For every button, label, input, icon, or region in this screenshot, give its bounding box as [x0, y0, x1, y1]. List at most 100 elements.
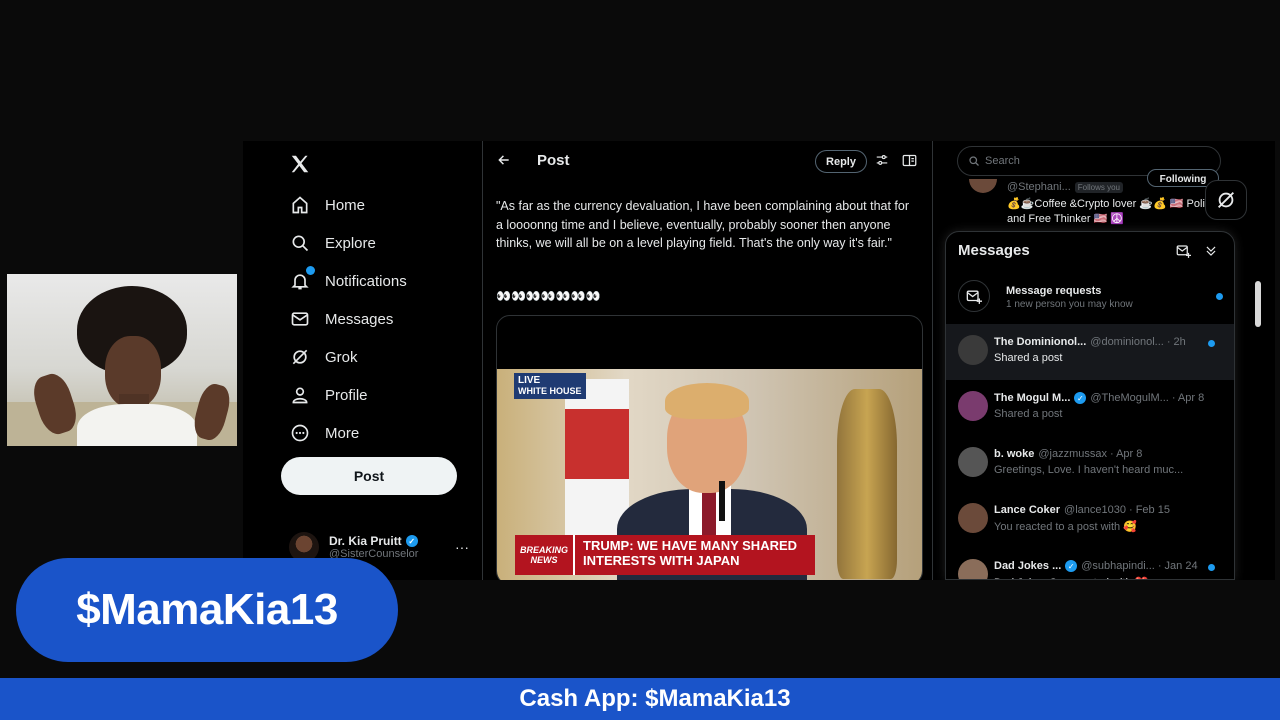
sliders-icon[interactable] — [875, 153, 889, 167]
breaking-news-tag: BREAKING NEWS — [515, 535, 573, 575]
conversation-name: b. woke — [994, 448, 1035, 460]
nav-home-label: Home — [325, 196, 366, 214]
account-name: Dr. Kia Pruitt — [329, 534, 402, 548]
nav-more[interactable]: More — [289, 419, 359, 447]
live-tag: LIVE WHITE HOUSE — [514, 373, 586, 399]
conversation-handle: @lance1030 — [1064, 504, 1126, 516]
conversation-row[interactable]: The Dominionol... @dominionol... · 2h Share… — [946, 324, 1234, 380]
left-sidebar: Home Explore Notifications Messages Grok… — [243, 141, 483, 580]
nav-notifications[interactable]: Notifications — [289, 266, 407, 295]
nav-notifications-label: Notifications — [325, 272, 407, 290]
breaking-line1: BREAKING — [519, 545, 568, 555]
conversation-row[interactable]: b. woke @jazzmussax · Apr 8 Greetings, Love… — [946, 436, 1234, 492]
verified-badge-icon: ✓ — [1065, 560, 1078, 572]
search-icon — [968, 155, 980, 167]
conversation-row[interactable]: The Mogul M... ✓ @TheMogulM... · Apr 8 Share… — [946, 380, 1234, 436]
cashtag-overlay: $MamaKia13 — [16, 558, 398, 662]
nav-grok-label: Grok — [325, 348, 358, 366]
page-title: Post — [537, 152, 570, 169]
page-scrollbar[interactable] — [1254, 145, 1262, 575]
account-more-icon[interactable]: ··· — [455, 539, 469, 555]
message-request-icon — [958, 280, 990, 312]
cashtag-text: $MamaKia13 — [76, 585, 338, 634]
envelope-icon — [289, 308, 311, 330]
conversation-handle: @jazzmussax — [1038, 448, 1107, 460]
conversation-preview: Shared a post — [994, 352, 1063, 364]
reply-button[interactable]: Reply — [815, 150, 867, 173]
suggested-user-card[interactable]: @Stephani... Follows you 💰☕Coffee &Crypto… — [969, 169, 1239, 231]
nav-messages[interactable]: Messages — [289, 305, 393, 333]
nav-explore-label: Explore — [325, 234, 376, 252]
grok-floating-button[interactable] — [1205, 180, 1247, 220]
avatar — [969, 179, 997, 193]
footer-text: Cash App: $MamaKia13 — [519, 685, 791, 712]
suggested-bio: 💰☕Coffee &Crypto lover ☕💰 🇺🇸 Politics an… — [1007, 198, 1222, 225]
webcam-feed — [7, 274, 237, 446]
nav-grok[interactable]: Grok — [289, 343, 358, 371]
search-input[interactable] — [985, 155, 1185, 167]
person-icon — [289, 384, 311, 406]
compose-post-button[interactable]: Post — [281, 457, 457, 495]
message-requests-title: Message requests — [1006, 285, 1102, 297]
avatar — [958, 335, 988, 365]
conversation-name: The Dominionol... — [994, 336, 1087, 348]
follows-you-badge: Follows you — [1074, 182, 1124, 193]
conversation-preview: Greetings, Love. I haven't heard muc... — [994, 464, 1184, 476]
avatar — [958, 559, 988, 579]
conversation-time: · Apr 8 — [1109, 448, 1143, 460]
avatar — [958, 503, 988, 533]
more-circle-icon — [289, 422, 311, 444]
conversation-preview: Dad Jokes Commented with ❤️ — [994, 576, 1204, 579]
nav-messages-label: Messages — [325, 310, 394, 328]
reader-mode-icon[interactable] — [902, 154, 917, 167]
nav-profile[interactable]: Profile — [289, 381, 368, 409]
grok-icon — [289, 346, 311, 368]
bell-icon — [289, 266, 315, 292]
collapse-chevron-icon[interactable] — [1204, 244, 1218, 258]
conversation-row[interactable]: Dad Jokes ...✓@subhapindi...· Jan 24 Dad … — [946, 548, 1234, 579]
conversation-row[interactable]: Lance Coker @lance1030 · Feb 15 You reacted… — [946, 492, 1234, 548]
notification-badge — [306, 266, 315, 275]
news-chyron: BREAKING NEWS TRUMP: WE HAVE MANY SHARED… — [515, 535, 815, 575]
grok-icon — [1218, 192, 1234, 208]
conversation-time: · 2h — [1166, 336, 1186, 348]
conversation-preview: You reacted to a post with 🥰 — [994, 521, 1137, 533]
unread-dot — [1216, 293, 1223, 300]
conversation-name: Dad Jokes ... — [994, 560, 1062, 572]
conversation-preview: Shared a post — [994, 408, 1063, 420]
back-arrow-icon[interactable] — [497, 153, 513, 169]
search-icon — [289, 232, 311, 254]
conversation-name: The Mogul M... — [994, 392, 1071, 404]
verified-badge-icon: ✓ — [1074, 392, 1087, 404]
right-sidebar: @Stephani...Follows you 💰☕Coffee &Crypto… — [933, 141, 1275, 580]
unread-dot — [1208, 340, 1215, 347]
unread-dot — [1208, 564, 1215, 571]
messages-drawer: Messages Message requests 1 new person y… — [945, 231, 1235, 580]
nav-explore[interactable]: Explore — [289, 229, 376, 257]
home-icon — [289, 194, 311, 216]
chyron-headline: TRUMP: WE HAVE MANY SHARED INTERESTS WIT… — [573, 535, 815, 575]
live-label: LIVE — [518, 375, 541, 386]
nav-more-label: More — [325, 424, 360, 442]
x-logo-icon[interactable] — [289, 153, 313, 177]
new-message-icon[interactable] — [1176, 244, 1191, 258]
avatar — [958, 447, 988, 477]
conversation-handle: @dominionol... — [1090, 336, 1164, 348]
footer-banner: Cash App: $MamaKia13 — [0, 678, 1280, 720]
browser-window: Home Explore Notifications Messages Grok… — [243, 141, 1275, 580]
conversation-time: · Jan 24 — [1157, 560, 1198, 572]
video-player[interactable]: LIVE WHITE HOUSE BREAKING NEWS TRUMP: WE… — [497, 369, 922, 580]
conversation-time: · Apr 8 — [1171, 392, 1205, 404]
message-requests-subtitle: 1 new person you may know — [1006, 299, 1133, 310]
breaking-line2: NEWS — [530, 555, 558, 565]
video-card[interactable]: LIVE WHITE HOUSE BREAKING NEWS TRUMP: WE… — [496, 315, 923, 580]
nav-home[interactable]: Home — [289, 191, 365, 219]
messages-drawer-title: Messages — [958, 242, 1030, 259]
post-emoji-line: 👀👀👀👀👀👀👀 — [496, 289, 601, 303]
conversation-name: Lance Coker — [994, 504, 1061, 516]
conversation-handle: @TheMogulM... — [1090, 392, 1169, 404]
suggested-handle: @Stephani... — [1007, 181, 1071, 193]
location-label: WHITE HOUSE — [518, 386, 582, 396]
conversation-time: · Feb 15 — [1128, 504, 1170, 516]
message-requests-row[interactable]: Message requests 1 new person you may kn… — [946, 272, 1234, 322]
